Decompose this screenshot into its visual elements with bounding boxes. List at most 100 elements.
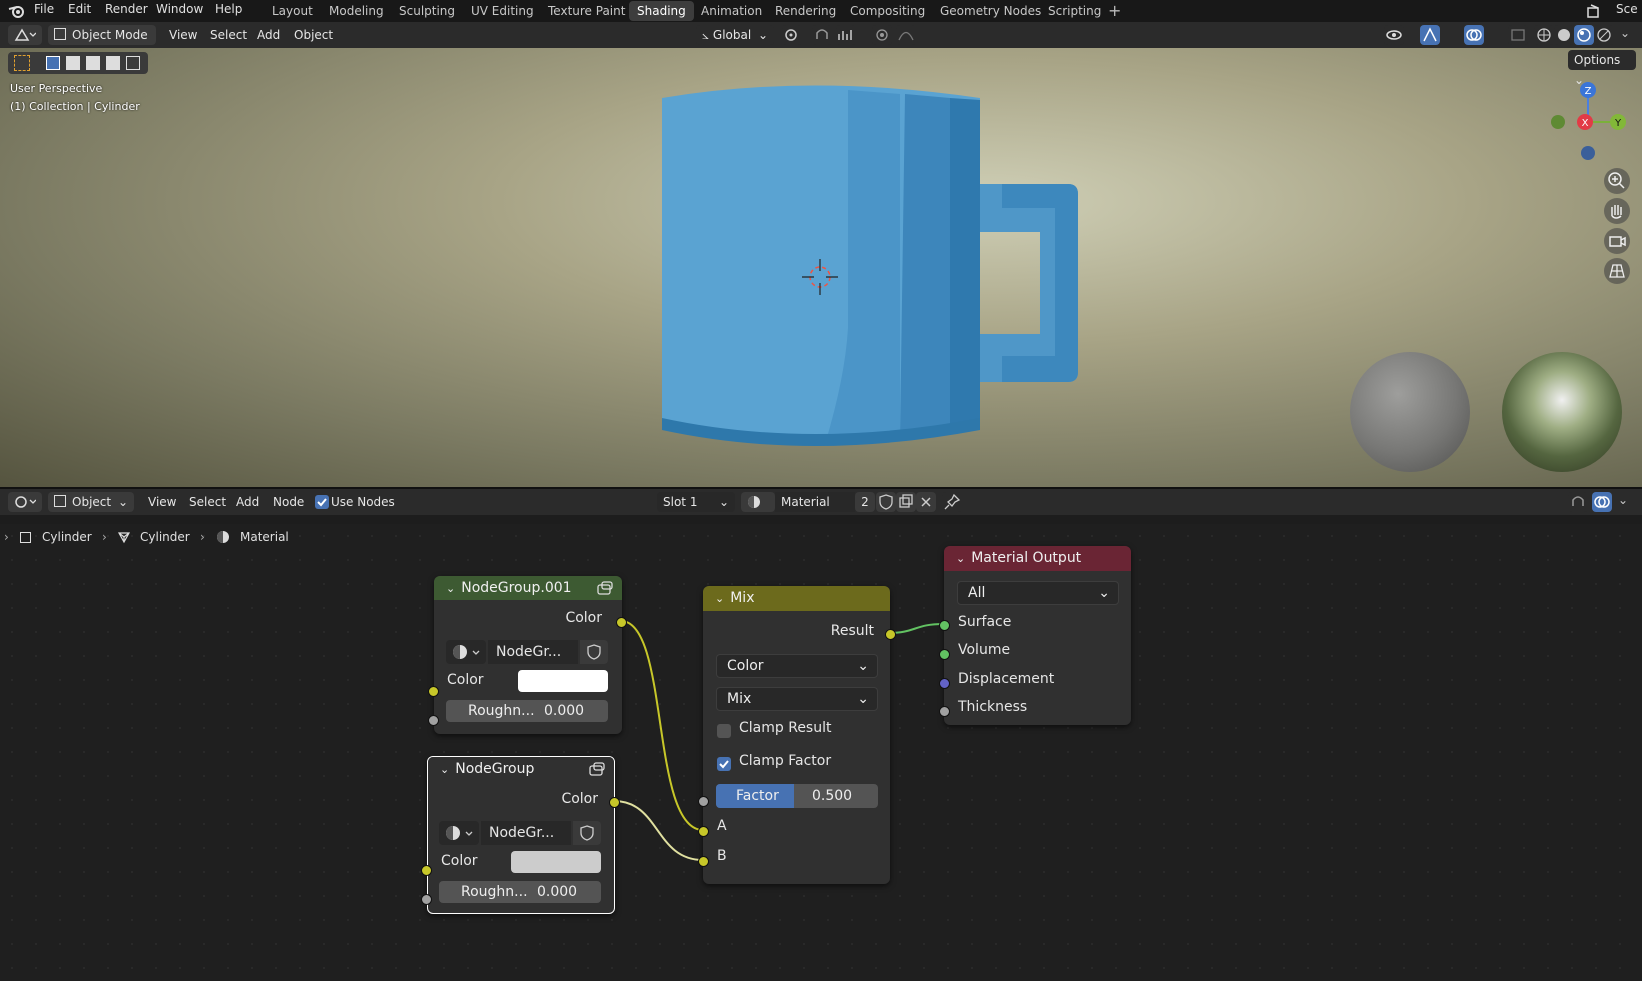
material-preview-icon[interactable] — [1574, 25, 1594, 45]
falloff-icon[interactable] — [896, 25, 916, 45]
transform-orientation-dropdown[interactable]: ⦣ Global ⌄ — [696, 25, 774, 45]
3d-viewport[interactable]: Options ⌄ User Perspective (1) Collectio… — [0, 48, 1642, 487]
chevron-down-icon[interactable]: ⌄ — [1618, 493, 1628, 507]
node-overlays-icon[interactable] — [1592, 492, 1612, 512]
tab-uv-editing[interactable]: UV Editing — [463, 1, 542, 21]
unlink-material-icon[interactable] — [916, 492, 936, 512]
use-nodes-checkbox[interactable] — [315, 495, 329, 509]
clamp-result-checkbox[interactable] — [717, 724, 731, 738]
collapse-chevron-icon[interactable]: ⌄ — [446, 582, 455, 595]
factor-slider[interactable]: Factor 0.500 — [716, 784, 878, 808]
color-swatch[interactable] — [518, 670, 608, 692]
slot-dropdown[interactable]: Slot 1 ⌄ — [657, 492, 735, 512]
tab-texture-paint[interactable]: Texture Paint — [540, 1, 633, 21]
input-socket-color[interactable] — [421, 865, 432, 876]
target-dropdown[interactable]: All ⌄ — [957, 581, 1119, 605]
input-socket-volume[interactable] — [939, 649, 950, 660]
input-socket-a[interactable] — [698, 826, 709, 837]
menu-view[interactable]: View — [169, 25, 197, 45]
tab-scripting[interactable]: Scripting — [1040, 1, 1109, 21]
material-name-field[interactable]: Material — [775, 492, 855, 512]
select-intersect-icon[interactable] — [126, 56, 140, 70]
roughness-field[interactable]: Roughn... 0.000 — [439, 881, 601, 903]
rendered-shading-icon[interactable] — [1594, 25, 1614, 45]
node-editor-canvas[interactable]: › Cylinder › Cylinder › Material ⌄ NodeGr… — [0, 524, 1642, 981]
menu-render[interactable]: Render — [105, 2, 148, 16]
blender-logo-icon[interactable] — [8, 3, 26, 19]
data-type-dropdown[interactable]: Color ⌄ — [716, 654, 878, 678]
ortho-grid-icon[interactable] — [1604, 258, 1630, 284]
editor-type-button[interactable] — [8, 492, 42, 512]
solid-shading-icon[interactable] — [1554, 25, 1574, 45]
chevron-down-icon[interactable]: ⌄ — [1620, 26, 1630, 40]
pin-icon[interactable] — [942, 492, 962, 512]
collapse-chevron-icon[interactable]: ⌄ — [956, 552, 965, 565]
input-socket-factor[interactable] — [698, 796, 709, 807]
fake-user-shield-icon[interactable] — [580, 640, 608, 664]
snap-node-icon[interactable] — [1568, 492, 1588, 512]
node-header[interactable]: ⌄ NodeGroup.001 — [434, 576, 622, 600]
menu-window[interactable]: Window — [156, 2, 203, 16]
menu-add[interactable]: Add — [236, 492, 259, 512]
input-socket-roughness[interactable] — [421, 894, 432, 905]
node-header[interactable]: ⌄ Mix — [703, 586, 890, 611]
shader-type-dropdown[interactable]: Object ⌄ — [48, 492, 134, 512]
output-socket-result[interactable] — [885, 629, 896, 640]
node-group[interactable]: ⌄ NodeGroup Color NodeGr... Color Roughn.… — [427, 756, 615, 914]
node-header[interactable]: ⌄ Material Output — [944, 546, 1131, 571]
editor-type-button[interactable] — [8, 25, 42, 45]
group-name-field[interactable]: NodeGr... — [481, 821, 571, 845]
material-users-count[interactable]: 2 — [855, 492, 875, 512]
select-new-icon[interactable] — [46, 56, 60, 70]
tab-rendering[interactable]: Rendering — [767, 1, 844, 21]
pan-hand-icon[interactable] — [1604, 198, 1630, 224]
navigation-gizmo[interactable]: Z X Y — [1545, 76, 1635, 161]
select-invert-icon[interactable] — [106, 56, 120, 70]
clamp-factor-checkbox[interactable] — [717, 757, 731, 771]
proportional-edit-icon[interactable] — [872, 25, 892, 45]
menu-object[interactable]: Object — [294, 25, 333, 45]
material-browse-button[interactable] — [741, 492, 775, 512]
add-workspace-icon[interactable]: + — [1108, 1, 1121, 20]
output-socket-color[interactable] — [616, 617, 627, 628]
menu-file[interactable]: File — [34, 2, 54, 16]
node-group-001[interactable]: ⌄ NodeGroup.001 Color NodeGr... Color Rou… — [434, 576, 622, 734]
node-header[interactable]: ⌄ NodeGroup — [428, 757, 614, 781]
zoom-icon[interactable] — [1604, 168, 1630, 194]
select-tool-icon[interactable] — [14, 55, 30, 71]
roughness-field[interactable]: Roughn... 0.000 — [446, 700, 608, 722]
input-socket-roughness[interactable] — [428, 715, 439, 726]
visibility-icon[interactable] — [1384, 25, 1404, 45]
scene-name[interactable]: Sce — [1616, 2, 1638, 16]
tab-sculpting[interactable]: Sculpting — [391, 1, 463, 21]
gizmo-toggle-icon[interactable] — [1420, 25, 1440, 45]
tab-compositing[interactable]: Compositing — [842, 1, 933, 21]
menu-view[interactable]: View — [148, 492, 176, 512]
menu-node[interactable]: Node — [273, 492, 304, 512]
camera-view-icon[interactable] — [1604, 228, 1630, 254]
collapse-chevron-icon[interactable]: ⌄ — [440, 763, 449, 776]
output-socket-color[interactable] — [609, 797, 620, 808]
group-name-field[interactable]: NodeGr... — [488, 640, 578, 664]
xray-icon[interactable] — [1508, 25, 1528, 45]
input-socket-thickness[interactable] — [939, 706, 950, 717]
fake-user-shield-icon[interactable] — [876, 492, 896, 512]
mug-object[interactable] — [650, 78, 1090, 458]
snap-target-icon[interactable] — [836, 25, 856, 45]
tab-animation[interactable]: Animation — [693, 1, 770, 21]
pivot-icon[interactable] — [782, 25, 802, 45]
menu-help[interactable]: Help — [215, 2, 242, 16]
menu-select[interactable]: Select — [210, 25, 247, 45]
collapse-chevron-icon[interactable]: ⌄ — [715, 592, 724, 605]
fake-user-shield-icon[interactable] — [573, 821, 601, 845]
select-subtract-icon[interactable] — [86, 56, 100, 70]
tab-modeling[interactable]: Modeling — [321, 1, 392, 21]
menu-add[interactable]: Add — [257, 25, 280, 45]
snap-icon[interactable] — [812, 25, 832, 45]
options-button[interactable]: Options ⌄ — [1568, 50, 1636, 87]
input-socket-displacement[interactable] — [939, 678, 950, 689]
color-swatch[interactable] — [511, 851, 601, 873]
node-material-output[interactable]: ⌄ Material Output All ⌄ Surface Volume Dis… — [944, 546, 1131, 725]
duplicate-material-icon[interactable] — [896, 492, 916, 512]
tab-geometry-nodes[interactable]: Geometry Nodes — [932, 1, 1049, 21]
